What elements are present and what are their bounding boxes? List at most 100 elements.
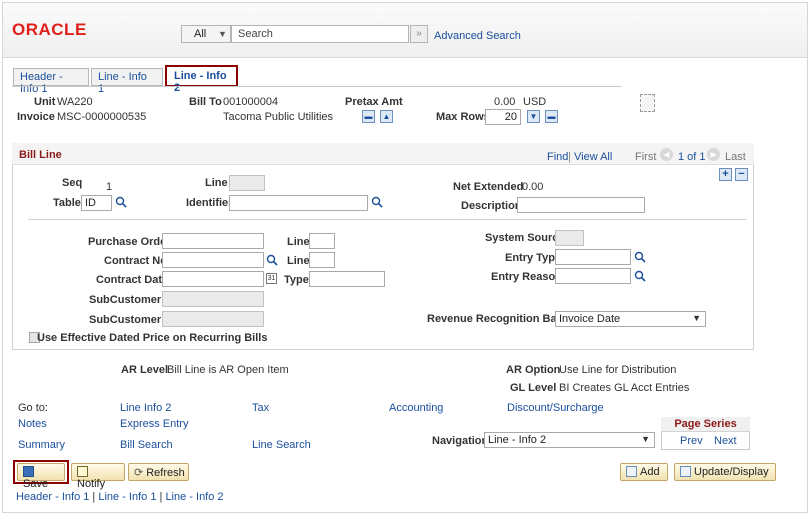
collapse-icon[interactable]: ▬ xyxy=(362,110,375,123)
line-field xyxy=(229,175,265,191)
purchase-order-label: Purchase Order xyxy=(88,236,171,248)
rev-rec-basis-select[interactable]: Invoice Date ▼ xyxy=(555,311,706,327)
contract-date-input[interactable] xyxy=(162,271,264,287)
search-input[interactable]: Search xyxy=(231,25,409,43)
contract-no-label: Contract No xyxy=(104,255,167,267)
invoice-value: MSC-0000000535 xyxy=(57,111,147,123)
ar-option-value: Use Line for Distribution xyxy=(559,364,677,376)
search-go-button[interactable]: » xyxy=(410,25,428,43)
identifier-label: Identifier xyxy=(186,197,233,209)
contract-date-label: Contract Date xyxy=(96,274,169,286)
find-separator: | xyxy=(568,151,571,163)
bill-to-label: Bill To xyxy=(189,96,222,108)
footer-line-info-2-link[interactable]: Line - Info 2 xyxy=(165,491,223,503)
accounting-link[interactable]: Accounting xyxy=(389,402,443,414)
search-icon[interactable] xyxy=(634,270,646,282)
view-all-link[interactable]: View All xyxy=(574,151,612,163)
ar-level-label: AR Level xyxy=(121,364,169,376)
po-line-input[interactable] xyxy=(309,233,335,249)
entry-reason-input[interactable] xyxy=(555,268,631,284)
pretax-amt-value: 0.00 xyxy=(494,96,516,108)
system-source-field xyxy=(555,230,584,246)
type-input[interactable] xyxy=(309,271,385,287)
description-input[interactable] xyxy=(517,197,645,213)
subcustomer-1-label: SubCustomer 1 xyxy=(89,294,171,306)
oracle-logo: ORACLE xyxy=(12,20,87,39)
bill-to-name: Tacoma Public Utilities xyxy=(223,111,334,123)
save-label: Save xyxy=(23,478,49,490)
notify-button[interactable]: Notify xyxy=(71,463,125,490)
search-icon[interactable] xyxy=(634,251,646,263)
update-display-label: Update/Display xyxy=(694,466,769,478)
express-entry-link[interactable]: Express Entry xyxy=(120,418,188,430)
subcustomer-1-field xyxy=(162,291,264,307)
search-icon[interactable] xyxy=(266,254,278,266)
summary-link[interactable]: Summary xyxy=(18,439,65,451)
navigation-select[interactable]: Line - Info 2 ▼ xyxy=(484,432,655,448)
identifier-input[interactable] xyxy=(229,195,368,211)
bill-search-link[interactable]: Bill Search xyxy=(120,439,173,451)
expand-icon[interactable]: ▲ xyxy=(380,110,393,123)
discount-surcharge-link[interactable]: Discount/Surcharge xyxy=(507,402,604,414)
search-icon[interactable] xyxy=(371,196,383,208)
contract-line-input[interactable] xyxy=(309,252,335,268)
footer-line-info-1-link[interactable]: Line - Info 1 xyxy=(98,491,156,503)
bill-line-title: Bill Line xyxy=(19,149,62,161)
tax-link[interactable]: Tax xyxy=(252,402,269,414)
refresh-label: Refresh xyxy=(146,467,185,479)
add-button[interactable]: Add xyxy=(620,463,668,481)
entry-type-input[interactable] xyxy=(555,249,631,265)
last-link[interactable]: Last xyxy=(725,151,746,163)
use-eff-dated-label: Use Effective Dated Price on Recurring B… xyxy=(37,332,268,344)
tab-line-info-2[interactable]: Line - Info 2 xyxy=(165,65,238,94)
next-row-icon[interactable]: ▶ xyxy=(707,148,720,161)
navigation-value: Line - Info 2 xyxy=(488,434,547,446)
entry-reason-label: Entry Reason xyxy=(491,271,562,283)
page-series-title: Page Series xyxy=(661,417,750,432)
contract-no-input[interactable] xyxy=(162,252,264,268)
delete-row-icon[interactable]: − xyxy=(735,168,748,181)
search-scope-value: All xyxy=(194,28,207,40)
rev-rec-basis-value: Invoice Date xyxy=(559,313,621,325)
section-divider xyxy=(28,219,746,220)
line-info-2-link[interactable]: Line Info 2 xyxy=(120,402,171,414)
tab-header-info-1[interactable]: Header - Info 1 xyxy=(13,68,89,95)
page-options-icon[interactable] xyxy=(640,94,655,112)
update-display-button[interactable]: Update/Display xyxy=(674,463,776,481)
prev-row-icon[interactable]: ◀ xyxy=(660,148,673,161)
save-button[interactable]: Save xyxy=(17,463,65,490)
system-source-label: System Source xyxy=(485,232,565,244)
notes-link[interactable]: Notes xyxy=(18,418,47,430)
find-link[interactable]: Find xyxy=(547,151,568,163)
table-input[interactable]: ID xyxy=(81,195,112,211)
seq-label: Seq xyxy=(62,177,83,189)
purchase-order-input[interactable] xyxy=(162,233,264,249)
tab-line-info-1[interactable]: Line - Info 1 xyxy=(91,68,163,95)
refresh-button[interactable]: ⟳ Refresh xyxy=(128,463,189,481)
next-page-link[interactable]: Next xyxy=(714,435,737,447)
max-rows-input[interactable]: 20 xyxy=(485,109,521,125)
footer-header-info-1-link[interactable]: Header - Info 1 xyxy=(16,491,89,503)
row-position: 1 of 1 xyxy=(678,151,706,163)
unit-label: Unit xyxy=(34,96,56,108)
first-link[interactable]: First xyxy=(635,151,656,163)
refresh-icon: ⟳ xyxy=(134,467,144,479)
line-search-link[interactable]: Line Search xyxy=(252,439,311,451)
line-label: Line xyxy=(205,177,228,189)
search-scope-select[interactable]: All ▼ xyxy=(181,25,231,43)
chevron-down-icon: ▼ xyxy=(692,313,701,323)
add-row-icon[interactable]: + xyxy=(719,168,732,181)
table-label: Table xyxy=(53,197,81,209)
net-extended-label: Net Extended xyxy=(453,181,524,193)
gl-level-label: GL Level xyxy=(510,382,557,394)
advanced-search-link[interactable]: Advanced Search xyxy=(434,30,521,42)
search-icon[interactable] xyxy=(115,196,127,208)
contract-line-label: Line xyxy=(287,255,310,267)
reset-rows-icon[interactable]: ▬ xyxy=(545,110,558,123)
calendar-icon[interactable]: 31 xyxy=(266,273,277,284)
prev-page-link[interactable]: Prev xyxy=(680,435,703,447)
apply-rows-icon[interactable]: ▼ xyxy=(527,110,540,123)
max-rows-label: Max Rows xyxy=(436,111,490,123)
invoice-label: Invoice xyxy=(17,111,55,123)
unit-value: WA220 xyxy=(57,96,93,108)
